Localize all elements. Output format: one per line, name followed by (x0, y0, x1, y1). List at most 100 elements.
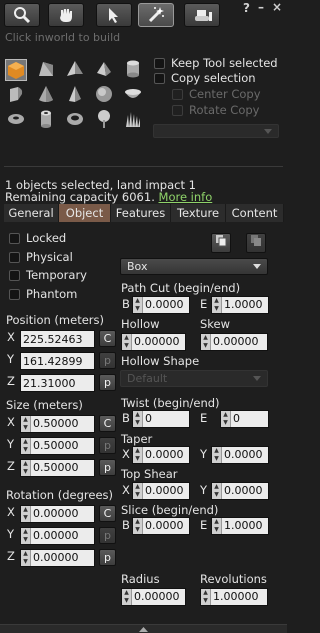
spinner-arrows-icon[interactable]: ▲ ▼ (201, 334, 211, 350)
tab-general[interactable]: General (4, 204, 59, 222)
revolutions-spinner[interactable]: ▲ ▼ 1.00000 (200, 588, 268, 606)
spinner-arrows-icon[interactable]: ▲ ▼ (133, 447, 143, 463)
spinner-arrows-icon[interactable]: ▲ ▼ (212, 297, 222, 313)
size-label: Size (meters) (6, 398, 83, 412)
rotation-y-spinner[interactable]: ▲ ▼ 0.00000 (20, 527, 95, 545)
position-paste-button[interactable]: p (99, 374, 116, 391)
rotation-copy-button[interactable]: C (99, 505, 116, 522)
cube-icon[interactable] (5, 59, 27, 81)
taper-x-spinner[interactable]: ▲ ▼ 0.0000 (132, 446, 190, 464)
top-shear-y-spinner[interactable]: ▲ ▼ 0.0000 (211, 482, 269, 500)
twist-label: Twist (begin/end) (121, 396, 220, 410)
move-tool-button[interactable] (48, 3, 84, 27)
copy-options-dropdown[interactable] (153, 124, 279, 138)
locked-label: Locked (26, 231, 67, 245)
path-cut-begin-spinner[interactable]: ▲ ▼ 0.0000 (132, 296, 190, 314)
sphere-icon[interactable] (94, 84, 114, 104)
spinner-arrows-icon[interactable]: ▲ ▼ (21, 550, 31, 566)
close-button[interactable]: × (272, 0, 282, 14)
temporary-checkbox[interactable] (9, 270, 20, 281)
cone-icon[interactable] (36, 84, 56, 104)
spinner-arrows-icon[interactable]: ▲ ▼ (133, 518, 143, 534)
spinner-arrows-icon[interactable]: ▲ ▼ (122, 334, 132, 350)
center-copy-checkbox[interactable] (172, 89, 183, 100)
position-paste-button-disabled[interactable]: p (99, 352, 116, 369)
spinner-arrows-icon[interactable]: ▲ ▼ (201, 589, 211, 605)
taper-y-spinner[interactable]: ▲ ▼ 0.0000 (211, 446, 269, 464)
size-paste-button[interactable]: p (99, 459, 116, 476)
spinner-arrows-icon[interactable]: ▲ ▼ (133, 411, 143, 427)
tab-object[interactable]: Object (59, 204, 111, 222)
cylinder-icon[interactable] (123, 59, 143, 79)
spinner-arrows-icon[interactable]: ▲ ▼ (212, 447, 222, 463)
edit-tool-button[interactable] (96, 3, 132, 27)
spinner-arrows-icon[interactable]: ▲ ▼ (21, 460, 31, 476)
half-cone-icon[interactable] (65, 84, 85, 104)
grass-icon[interactable] (123, 109, 143, 129)
spinner-arrows-icon[interactable]: ▲ ▼ (133, 297, 143, 313)
spinner-arrows-icon[interactable]: ▲ ▼ (212, 483, 222, 499)
rotation-x-spinner[interactable]: ▲ ▼ 0.00000 (20, 505, 95, 523)
spinner-arrows-icon[interactable]: ▲ ▼ (133, 483, 143, 499)
ring-icon[interactable] (65, 109, 85, 129)
size-copy-button[interactable]: C (99, 415, 116, 432)
torus-icon[interactable] (6, 109, 26, 129)
locked-checkbox[interactable] (9, 233, 20, 244)
prism-icon[interactable] (36, 59, 56, 79)
copy-params-button[interactable] (211, 233, 231, 253)
tree-icon[interactable] (94, 109, 114, 129)
spinner-arrows-icon[interactable]: ▲ ▼ (122, 589, 132, 605)
position-x-field[interactable]: 225.52463 (20, 330, 95, 348)
physical-checkbox[interactable] (9, 252, 20, 263)
tab-content[interactable]: Content (226, 204, 284, 222)
size-y-spinner[interactable]: ▲ ▼ 0.50000 (20, 437, 95, 455)
size-paste-button-disabled[interactable]: p (99, 437, 116, 454)
minimize-button[interactable]: – (258, 0, 264, 14)
rotation-z-spinner[interactable]: ▲ ▼ 0.00000 (20, 549, 95, 567)
size-y-axis: Y (7, 437, 15, 451)
spinner-arrows-icon[interactable]: ▲ ▼ (21, 528, 31, 544)
land-tool-button[interactable] (184, 3, 220, 27)
tab-texture[interactable]: Texture (171, 204, 226, 222)
keep-tool-checkbox[interactable] (154, 58, 165, 69)
prim-type-dropdown[interactable]: Box (120, 258, 268, 275)
hollow-spinner[interactable]: ▲ ▼ 0.00000 (121, 333, 186, 351)
top-shear-x-spinner[interactable]: ▲ ▼ 0.0000 (132, 482, 190, 500)
twist-begin-spinner[interactable]: ▲ ▼ 0 (132, 410, 190, 428)
help-button[interactable]: ? (243, 1, 250, 15)
slice-end-spinner[interactable]: ▲ ▼ 1.0000 (211, 517, 269, 535)
position-y-field[interactable]: 161.42899 (20, 352, 95, 370)
path-cut-end-spinner[interactable]: ▲ ▼ 1.0000 (211, 296, 269, 314)
chevron-up-icon (139, 627, 148, 632)
spinner-arrows-icon[interactable]: ▲ ▼ (221, 411, 231, 427)
spinner-arrows-icon[interactable]: ▲ ▼ (21, 506, 31, 522)
rotation-paste-button[interactable]: p (99, 549, 116, 566)
half-cylinder-icon[interactable] (6, 84, 26, 104)
tab-features[interactable]: Features (111, 204, 171, 222)
size-x-spinner[interactable]: ▲ ▼ 0.50000 (20, 415, 95, 433)
phantom-checkbox[interactable] (9, 289, 20, 300)
copy-selection-checkbox[interactable] (154, 73, 165, 84)
skew-value: 0.00000 (213, 335, 259, 348)
rotation-paste-button-disabled[interactable]: p (99, 527, 116, 544)
pyramid-icon[interactable] (65, 59, 85, 79)
hollow-shape-dropdown[interactable]: Default (120, 370, 268, 387)
hemisphere-icon[interactable] (123, 84, 143, 104)
position-z-field[interactable]: 21.31000 (20, 374, 95, 392)
paste-params-button[interactable] (246, 233, 266, 253)
tube-icon[interactable] (36, 109, 56, 129)
slice-begin-spinner[interactable]: ▲ ▼ 0.0000 (132, 517, 190, 535)
spinner-arrows-icon[interactable]: ▲ ▼ (212, 518, 222, 534)
radius-spinner[interactable]: ▲ ▼ 0.00000 (121, 588, 186, 606)
twist-end-spinner[interactable]: ▲ ▼ 0 (220, 410, 269, 428)
spinner-arrows-icon[interactable]: ▲ ▼ (21, 438, 31, 454)
more-info-link[interactable]: More info (159, 190, 213, 204)
skew-spinner[interactable]: ▲ ▼ 0.00000 (200, 333, 268, 351)
position-copy-button[interactable]: C (99, 330, 116, 347)
size-z-spinner[interactable]: ▲ ▼ 0.50000 (20, 459, 95, 477)
rotate-copy-checkbox[interactable] (172, 105, 183, 116)
focus-tool-button[interactable] (4, 3, 40, 27)
spinner-arrows-icon[interactable]: ▲ ▼ (21, 416, 31, 432)
create-tool-button[interactable] (138, 3, 174, 27)
tetrahedron-icon[interactable] (94, 59, 114, 79)
